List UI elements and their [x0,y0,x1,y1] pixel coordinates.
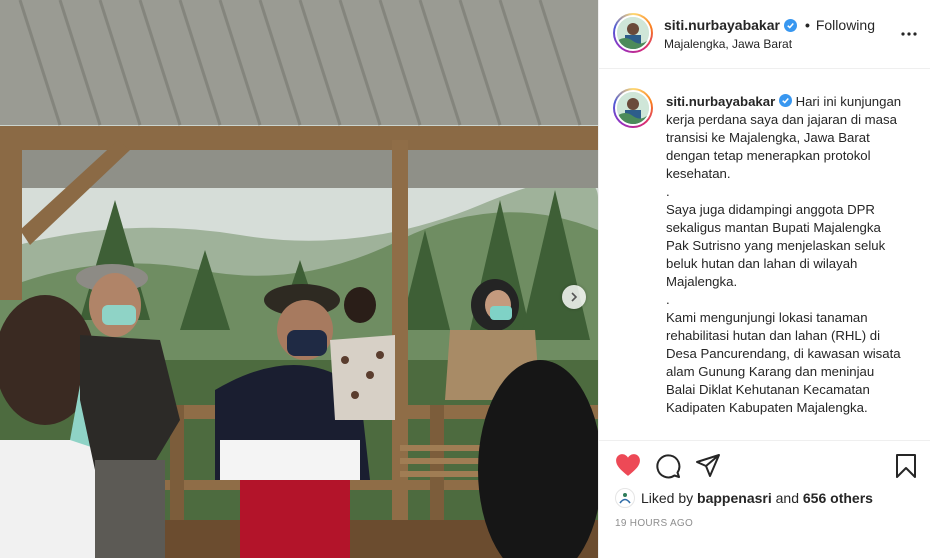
caption-body: Hari ini kunjungan kerja perdana saya da… [666,94,902,415]
chevron-right-icon [571,292,578,302]
save-button[interactable] [895,453,921,479]
profile-photo-icon [617,92,649,124]
more-options-button[interactable] [897,22,921,46]
heart-filled-icon [616,454,640,476]
share-button[interactable] [695,453,721,479]
caption-scroll-area[interactable]: siti.nurbayabakar Hari ini kunjungan ker… [599,70,930,440]
header-username-row: siti.nurbayabakar • Following [664,17,875,33]
following-button[interactable]: Following [816,17,875,33]
caption-username-link[interactable]: siti.nurbayabakar [666,94,775,109]
bookmark-icon [896,454,916,478]
location-link[interactable]: Majalengka, Jawa Barat [664,37,792,51]
liker-avatar[interactable] [615,488,635,508]
profile-photo-icon [617,17,649,49]
likes-count-link[interactable]: 656 others [803,490,873,506]
separator-dot: • [804,17,810,33]
verified-badge-icon [778,94,792,107]
caption-text: siti.nurbayabakar Hari ini kunjungan ker… [666,93,902,417]
liked-by-prefix: Liked by [641,490,694,506]
username-link[interactable]: siti.nurbayabakar [664,17,780,33]
bappenas-logo-icon [619,493,631,504]
share-icon [696,454,720,477]
post-side-panel: siti.nurbayabakar • Following Majalengka… [598,0,930,558]
post-header: siti.nurbayabakar • Following Majalengka… [599,0,930,69]
avatar[interactable] [613,13,653,53]
photo-scene [0,0,598,558]
post-timestamp[interactable]: 19 HOURS AGO [615,518,693,529]
likes-summary: Liked by bappenasri and 656 others [615,488,873,508]
like-button[interactable] [615,453,641,479]
comment-icon [656,454,681,479]
liked-by-and: and [775,490,799,506]
caption-avatar[interactable] [613,88,653,128]
carousel-next-button[interactable] [562,285,586,309]
caption-scrollbar[interactable] [921,70,927,440]
liked-by-user-link[interactable]: bappenasri [697,490,772,506]
comment-button[interactable] [655,453,681,479]
action-bar [599,440,930,492]
more-options-icon [901,32,917,36]
post-photo[interactable] [0,0,598,558]
verified-badge-icon [783,18,797,32]
